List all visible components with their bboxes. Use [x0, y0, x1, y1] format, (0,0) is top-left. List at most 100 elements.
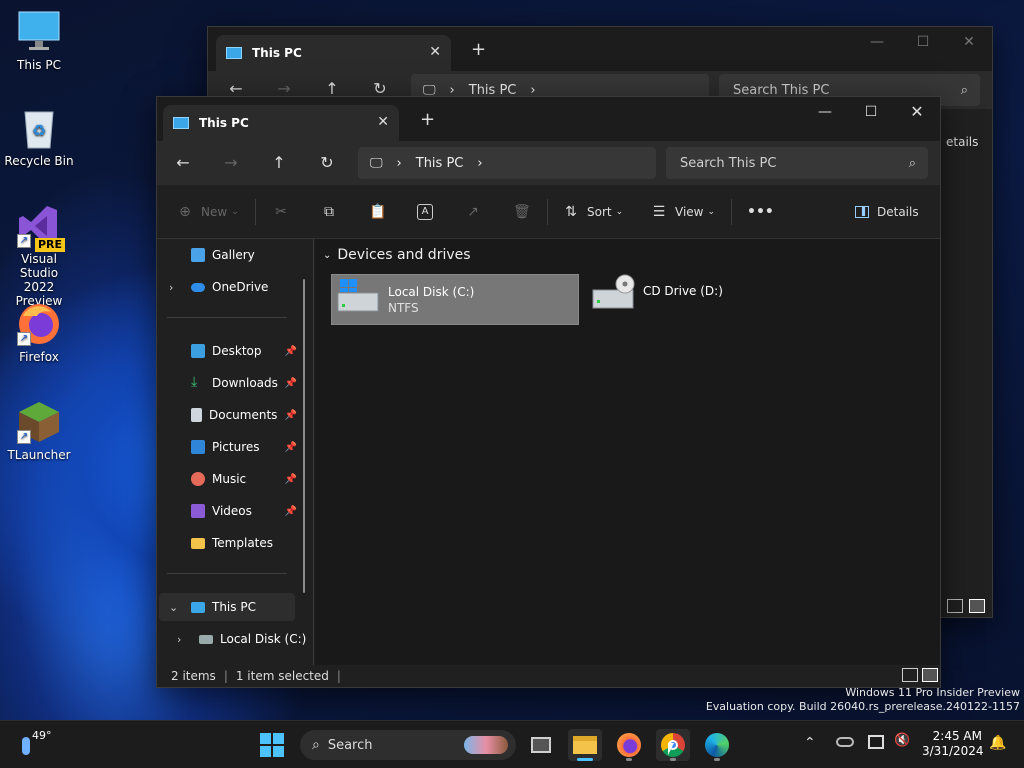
close-button[interactable]: ✕	[894, 97, 940, 127]
close-button[interactable]: ✕	[946, 27, 992, 57]
maximize-button[interactable]: ☐	[848, 97, 894, 127]
list-view-icon[interactable]	[947, 599, 963, 613]
tab-this-pc[interactable]: This PC ✕	[216, 35, 451, 71]
pin-icon[interactable]: 📌	[285, 474, 297, 485]
selection-count: 1 item selected	[235, 669, 329, 683]
breadcrumb-this-pc[interactable]: This PC	[416, 156, 464, 171]
list-view-icon[interactable]	[902, 668, 918, 682]
nav-item-documents[interactable]: Documents 📌	[157, 401, 297, 429]
show-hidden-icons-button[interactable]: ⌃	[804, 735, 816, 751]
new-tab-button[interactable]: +	[471, 39, 486, 60]
taskbar: 49° ⌕ Search ⌃ 🔇 2:45 AM 3/31/2024 🔔	[0, 720, 1024, 768]
desktop-icon-recycle-bin[interactable]: ♻ Recycle Bin	[1, 106, 77, 168]
refresh-icon[interactable]: ↻	[316, 153, 338, 175]
drive-tile-c[interactable]: Local Disk (C:) NTFS	[331, 274, 579, 325]
pin-icon[interactable]: 📌	[285, 410, 297, 421]
nav-item-downloads[interactable]: ⤓ Downloads 📌	[157, 369, 297, 397]
cut-button[interactable]: ✂	[273, 185, 289, 239]
minimize-button[interactable]: —	[854, 27, 900, 57]
monitor-icon	[226, 47, 242, 59]
nav-item-label: Desktop	[212, 344, 262, 358]
up-icon[interactable]: ↑	[268, 153, 290, 175]
nav-item-local-disk[interactable]: › Local Disk (C:)	[157, 625, 307, 653]
chevron-down-icon[interactable]: ⌄	[169, 601, 178, 614]
pin-icon[interactable]: 📌	[285, 506, 297, 517]
nav-item-desktop[interactable]: Desktop 📌	[157, 337, 297, 365]
taskbar-search[interactable]: ⌕ Search	[300, 730, 516, 760]
taskbar-chrome[interactable]	[656, 729, 690, 761]
start-button[interactable]	[255, 729, 289, 761]
nav-item-templates[interactable]: Templates	[157, 529, 297, 557]
taskbar-firefox[interactable]	[612, 729, 646, 761]
chevron-right-icon[interactable]: ›	[169, 281, 173, 294]
tiles-view-icon[interactable]	[969, 599, 985, 613]
taskbar-file-explorer[interactable]	[568, 729, 602, 761]
share-icon: ↗	[467, 204, 479, 220]
sort-label: Sort	[587, 205, 612, 219]
nav-item-music[interactable]: Music 📌	[157, 465, 297, 493]
cd-drive-icon	[592, 274, 635, 309]
details-label-partial[interactable]: etails	[946, 135, 978, 149]
nav-item-pictures[interactable]: Pictures 📌	[157, 433, 297, 461]
network-icon[interactable]	[868, 735, 884, 749]
taskbar-edge[interactable]	[700, 729, 734, 761]
tab-this-pc[interactable]: This PC ✕	[163, 105, 399, 141]
volume-muted-icon[interactable]: 🔇	[894, 733, 910, 748]
clock-date: 3/31/2024	[922, 744, 984, 758]
close-icon[interactable]: ✕	[377, 114, 389, 130]
running-indicator	[626, 758, 632, 761]
nav-item-gallery[interactable]: Gallery	[157, 241, 297, 269]
desktop-icon-visual-studio[interactable]: PRE ↗ Visual Studio 2022 Preview	[1, 204, 77, 308]
more-options-button[interactable]: •••	[747, 185, 774, 239]
svg-text:♻: ♻	[32, 121, 46, 140]
forward-icon[interactable]: →	[220, 153, 242, 175]
explorer-window[interactable]: This PC ✕ + — ☐ ✕ ← → ↑ ↻ 🖵 › This PC › …	[156, 96, 941, 688]
rename-button[interactable]: A	[417, 185, 433, 239]
section-devices-and-drives[interactable]: ⌄ Devices and drives	[323, 247, 471, 263]
firefox-icon: ↗	[17, 302, 61, 346]
address-bar[interactable]: 🖵 › This PC ›	[358, 147, 656, 179]
task-view-button[interactable]	[524, 729, 558, 761]
onedrive-status-icon[interactable]	[836, 737, 854, 747]
copy-icon: ⧉	[324, 204, 334, 220]
clock[interactable]: 2:45 AM 3/31/2024	[922, 729, 984, 759]
nav-item-onedrive[interactable]: › OneDrive	[157, 273, 297, 301]
nav-scrollbar[interactable]	[303, 279, 305, 593]
notification-bell-icon[interactable]: 🔔	[989, 735, 1006, 751]
new-button[interactable]: ⊕ New ⌄	[177, 185, 239, 239]
minimize-button[interactable]: —	[802, 97, 848, 127]
pin-icon[interactable]: 📌	[285, 378, 297, 389]
nav-item-this-pc[interactable]: ⌄ This PC	[159, 593, 295, 621]
view-button[interactable]: ☰ View ⌄	[651, 185, 715, 239]
windows-logo-icon	[260, 733, 284, 757]
nav-item-videos[interactable]: Videos 📌	[157, 497, 297, 525]
item-count: 2 items	[171, 669, 216, 683]
new-tab-button[interactable]: +	[420, 109, 435, 130]
share-button[interactable]: ↗	[465, 185, 481, 239]
delete-button[interactable]: 🗑	[513, 185, 531, 239]
section-header: Devices and drives	[337, 247, 471, 263]
paste-button[interactable]: 📋	[369, 185, 386, 239]
close-icon[interactable]: ✕	[429, 44, 441, 60]
desktop-folder-icon	[191, 344, 205, 358]
separator	[731, 199, 732, 225]
weather-widget[interactable]: 49°	[18, 729, 58, 761]
sort-button[interactable]: ⇅ Sort ⌄	[563, 185, 623, 239]
search-icon: ⌕	[312, 737, 320, 753]
drive-filesystem: NTFS	[388, 301, 419, 315]
back-icon[interactable]: ←	[172, 153, 194, 175]
pin-icon[interactable]: 📌	[285, 442, 297, 453]
desktop-icon-firefox[interactable]: ↗ Firefox	[1, 302, 77, 364]
copy-button[interactable]: ⧉	[321, 185, 337, 239]
desktop-icon-tlauncher[interactable]: ↗ TLauncher	[1, 400, 77, 462]
tiles-view-icon[interactable]	[922, 668, 938, 682]
pin-icon[interactable]: 📌	[285, 346, 297, 357]
desktop-icon-this-pc[interactable]: This PC	[1, 10, 77, 72]
drive-tile-d[interactable]: CD Drive (D:)	[589, 274, 837, 325]
details-button[interactable]: ▐ Details	[855, 185, 919, 239]
search-input[interactable]: Search This PC ⌕	[666, 147, 928, 179]
preview-badge: PRE	[34, 238, 65, 252]
nav-item-label: Gallery	[212, 248, 255, 262]
chevron-right-icon[interactable]: ›	[177, 633, 181, 646]
maximize-button[interactable]: ☐	[900, 27, 946, 57]
